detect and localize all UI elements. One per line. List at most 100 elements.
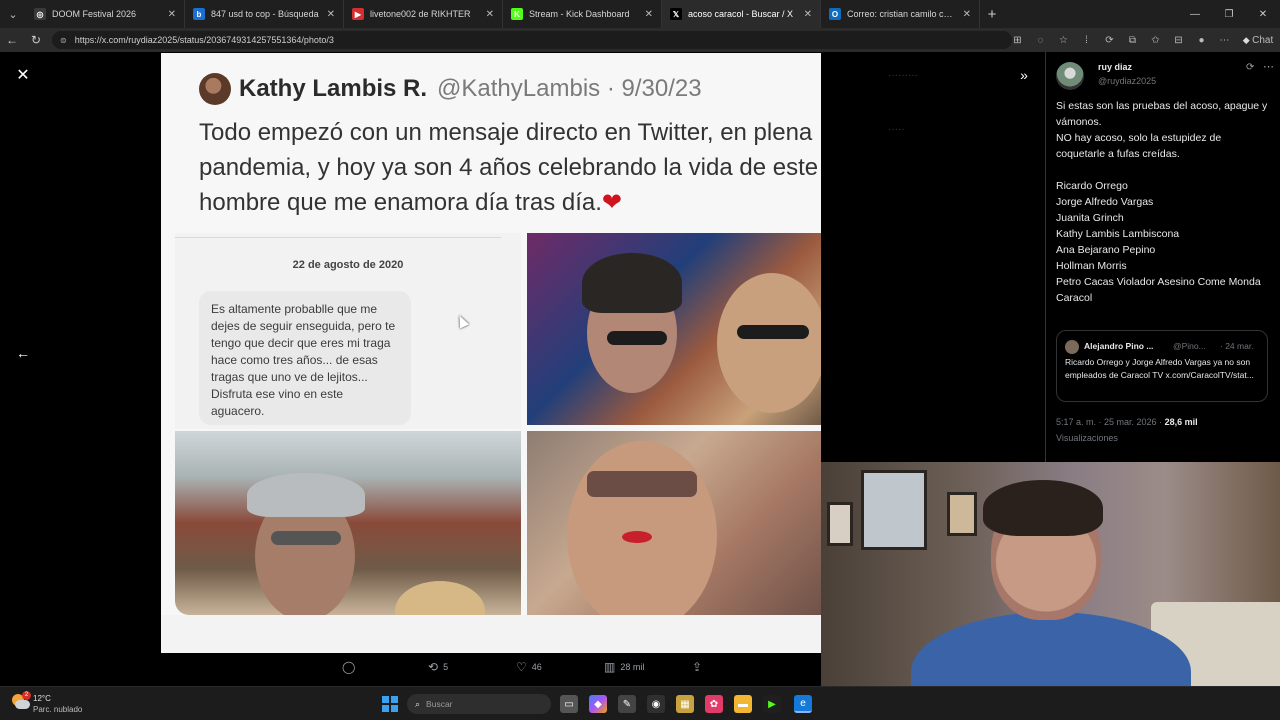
favorite-star-icon[interactable]: ☆ (1052, 35, 1075, 46)
tab-acoso-caracol-x[interactable]: 𝕏 acoso caracol - Buscar / X ✕ (662, 0, 821, 28)
tab-outlook-mail[interactable]: O Correo: cristian camilo castro soto ✕ (821, 0, 980, 28)
like-count: 46 (531, 662, 542, 672)
tweet-line: Si estas son las pruebas del acoso, apag… (1056, 100, 1268, 128)
quoted-author-name: Alejandro Pino ... (1084, 341, 1154, 351)
tracking-prevention-icon[interactable]: ◌ (1029, 35, 1052, 46)
tab-kick-dashboard[interactable]: K Stream - Kick Dashboard ✕ (503, 0, 662, 28)
tab-title: Correo: cristian camilo castro soto (847, 9, 957, 19)
site-info-icon[interactable]: ⊜ (60, 36, 67, 45)
quoted-tweet-card[interactable]: Alejandro Pino ... @Pino... · 24 mar. Ri… (1056, 330, 1268, 402)
photos-app-icon[interactable]: ✿ (705, 695, 723, 713)
woman-face (567, 441, 717, 615)
webcam-overlay (821, 462, 1280, 686)
views-label: Visualizaciones (1056, 433, 1118, 443)
close-viewer-icon[interactable]: ✕ (12, 64, 34, 86)
woman-sunglasses (737, 325, 809, 339)
windows-start-icon[interactable] (382, 696, 398, 712)
reply-button[interactable]: ◯ (342, 660, 360, 674)
back-arrow-icon[interactable]: ← (0, 33, 24, 47)
dm-date: 22 de agosto de 2020 (292, 259, 404, 271)
tweet-author-row: ruy diaz @ruydiaz2025 ⟳ ⋯ (1056, 60, 1276, 94)
close-tab-icon[interactable]: ✕ (327, 9, 335, 20)
grok-icon[interactable]: ⟳ (1246, 62, 1254, 73)
kathy-avatar (199, 73, 231, 105)
task-view-icon[interactable]: ▭ (560, 695, 578, 713)
refresh-extension-icon[interactable]: ⟳ (1098, 35, 1121, 46)
restore-icon[interactable]: ❐ (1212, 0, 1246, 28)
new-tab-button[interactable]: + (980, 0, 1004, 28)
tab-doom-festival[interactable]: ◎ DOOM Festival 2026 ✕ (26, 0, 185, 28)
profile-avatar-icon[interactable]: ● (1190, 35, 1213, 46)
ghost-text-1: ········· (888, 70, 918, 81)
previous-photo-arrow-icon[interactable]: ← (12, 342, 34, 364)
address-bar[interactable]: ⊜ https://x.com/ruydiaz2025/status/20367… (52, 31, 1012, 49)
close-tab-icon[interactable]: ✕ (804, 9, 812, 20)
kick-icon: K (511, 8, 523, 20)
avatar[interactable] (1056, 62, 1084, 90)
tweet-views-count: 28,6 mil (1164, 417, 1198, 427)
retweet-button[interactable]: ⟲ 5 (428, 660, 448, 674)
more-options-icon[interactable]: ⋯ (1263, 60, 1274, 73)
close-window-icon[interactable]: ✕ (1246, 0, 1280, 28)
outlook-icon: O (829, 8, 841, 20)
author-name[interactable]: ruy diaz (1098, 62, 1132, 72)
edge-browser-icon[interactable]: e (794, 695, 812, 713)
weather-description[interactable]: Parc. nublado (33, 705, 82, 714)
tweet-line: Hollman Morris (1056, 260, 1127, 272)
share-button[interactable]: ⇪ (692, 660, 707, 674)
close-tab-icon[interactable]: ✕ (486, 9, 494, 20)
tab-actions-menu-icon[interactable]: ⌄ (0, 0, 26, 28)
views-button[interactable]: ▥ 28 mil (604, 660, 644, 674)
tab-usd-to-cop-search[interactable]: b 847 usd to cop - Búsqueda ✕ (185, 0, 344, 28)
share-upload-icon: ⇪ (692, 660, 703, 674)
close-tab-icon[interactable]: ✕ (168, 9, 176, 20)
obs-app-icon[interactable]: ◉ (647, 695, 665, 713)
collections-icon[interactable]: ⊟ (1167, 35, 1190, 46)
reload-icon[interactable]: ↻ (24, 33, 48, 47)
tweet-line (1056, 162, 1272, 178)
notepad-app-icon[interactable]: ✎ (618, 695, 636, 713)
taskbar-search-input[interactable]: ⌕ Buscar (407, 694, 551, 714)
bar-chart-icon: ▥ (604, 660, 616, 674)
favorites-icon[interactable]: ✩ (1144, 35, 1167, 46)
woman-face (717, 273, 821, 413)
copilot-chat-button[interactable]: ◆ Chat (1236, 35, 1280, 46)
file-manager-app-icon[interactable]: ▦ (676, 695, 694, 713)
youtube-icon: ▶ (352, 8, 364, 20)
couple-selfie-street (175, 431, 521, 615)
tab-title: acoso caracol - Buscar / X (688, 9, 794, 19)
extensions-icon[interactable]: ⧉ (1121, 35, 1144, 46)
temperature[interactable]: 12°C (33, 694, 51, 703)
kick-app-icon[interactable]: ▶ (763, 695, 781, 713)
close-tab-icon[interactable]: ✕ (963, 9, 971, 20)
minimize-icon[interactable]: — (1178, 0, 1212, 28)
tab-title: 847 usd to cop - Búsqueda (211, 9, 319, 19)
more-menu-icon[interactable]: ⋯ (1213, 35, 1236, 46)
file-explorer-icon[interactable]: ▬ (734, 695, 752, 713)
x-icon: 𝕏 (670, 8, 682, 20)
quoted-text: Ricardo Orrego y Jorge Alfredo Vargas ya… (1065, 357, 1254, 380)
browser-tools: ⊞ ◌ ☆ ⁞ ⟳ ⧉ ✩ ⊟ ● ⋯ ◆ Chat (1006, 28, 1280, 52)
woman-sunglasses (587, 471, 697, 497)
apps-grid-icon[interactable]: ⁞ (1075, 35, 1098, 46)
heart-icon: ❤ (601, 189, 622, 216)
author-handle[interactable]: @ruydiaz2025 (1098, 76, 1156, 86)
browser-toolbar: ← ↻ ⊜ https://x.com/ruydiaz2025/status/2… (0, 28, 1280, 52)
ghost-text-2: ····· (888, 124, 905, 135)
search-icon: ⌕ (415, 698, 421, 709)
split-screen-icon[interactable]: ⊞ (1006, 35, 1029, 46)
image-quote-text: Todo empezó con un mensaje directo en Tw… (199, 119, 819, 216)
tweet-timestamp[interactable]: 5:17 a. m. · 25 mar. 2026 · (1056, 417, 1165, 427)
like-button[interactable]: ♡ 46 (516, 660, 542, 674)
weather-notification-badge: 2 (22, 691, 31, 700)
dm-message-bubble: Es altamente probablle que me dejes de s… (199, 291, 411, 425)
tab-livetone[interactable]: ▶ livetone002 de RIKHTER ✕ (344, 0, 503, 28)
copilot-icon[interactable]: ◆ (589, 695, 607, 713)
tab-title: DOOM Festival 2026 (52, 9, 137, 19)
browser-tab-strip: ⌄ ◎ DOOM Festival 2026 ✕ b 847 usd to co… (0, 0, 1280, 28)
photo-bottom-margin (161, 615, 821, 653)
close-tab-icon[interactable]: ✕ (645, 9, 653, 20)
streamer-shirt (911, 612, 1191, 686)
red-lips (622, 531, 652, 543)
image-separator: · (600, 75, 622, 102)
